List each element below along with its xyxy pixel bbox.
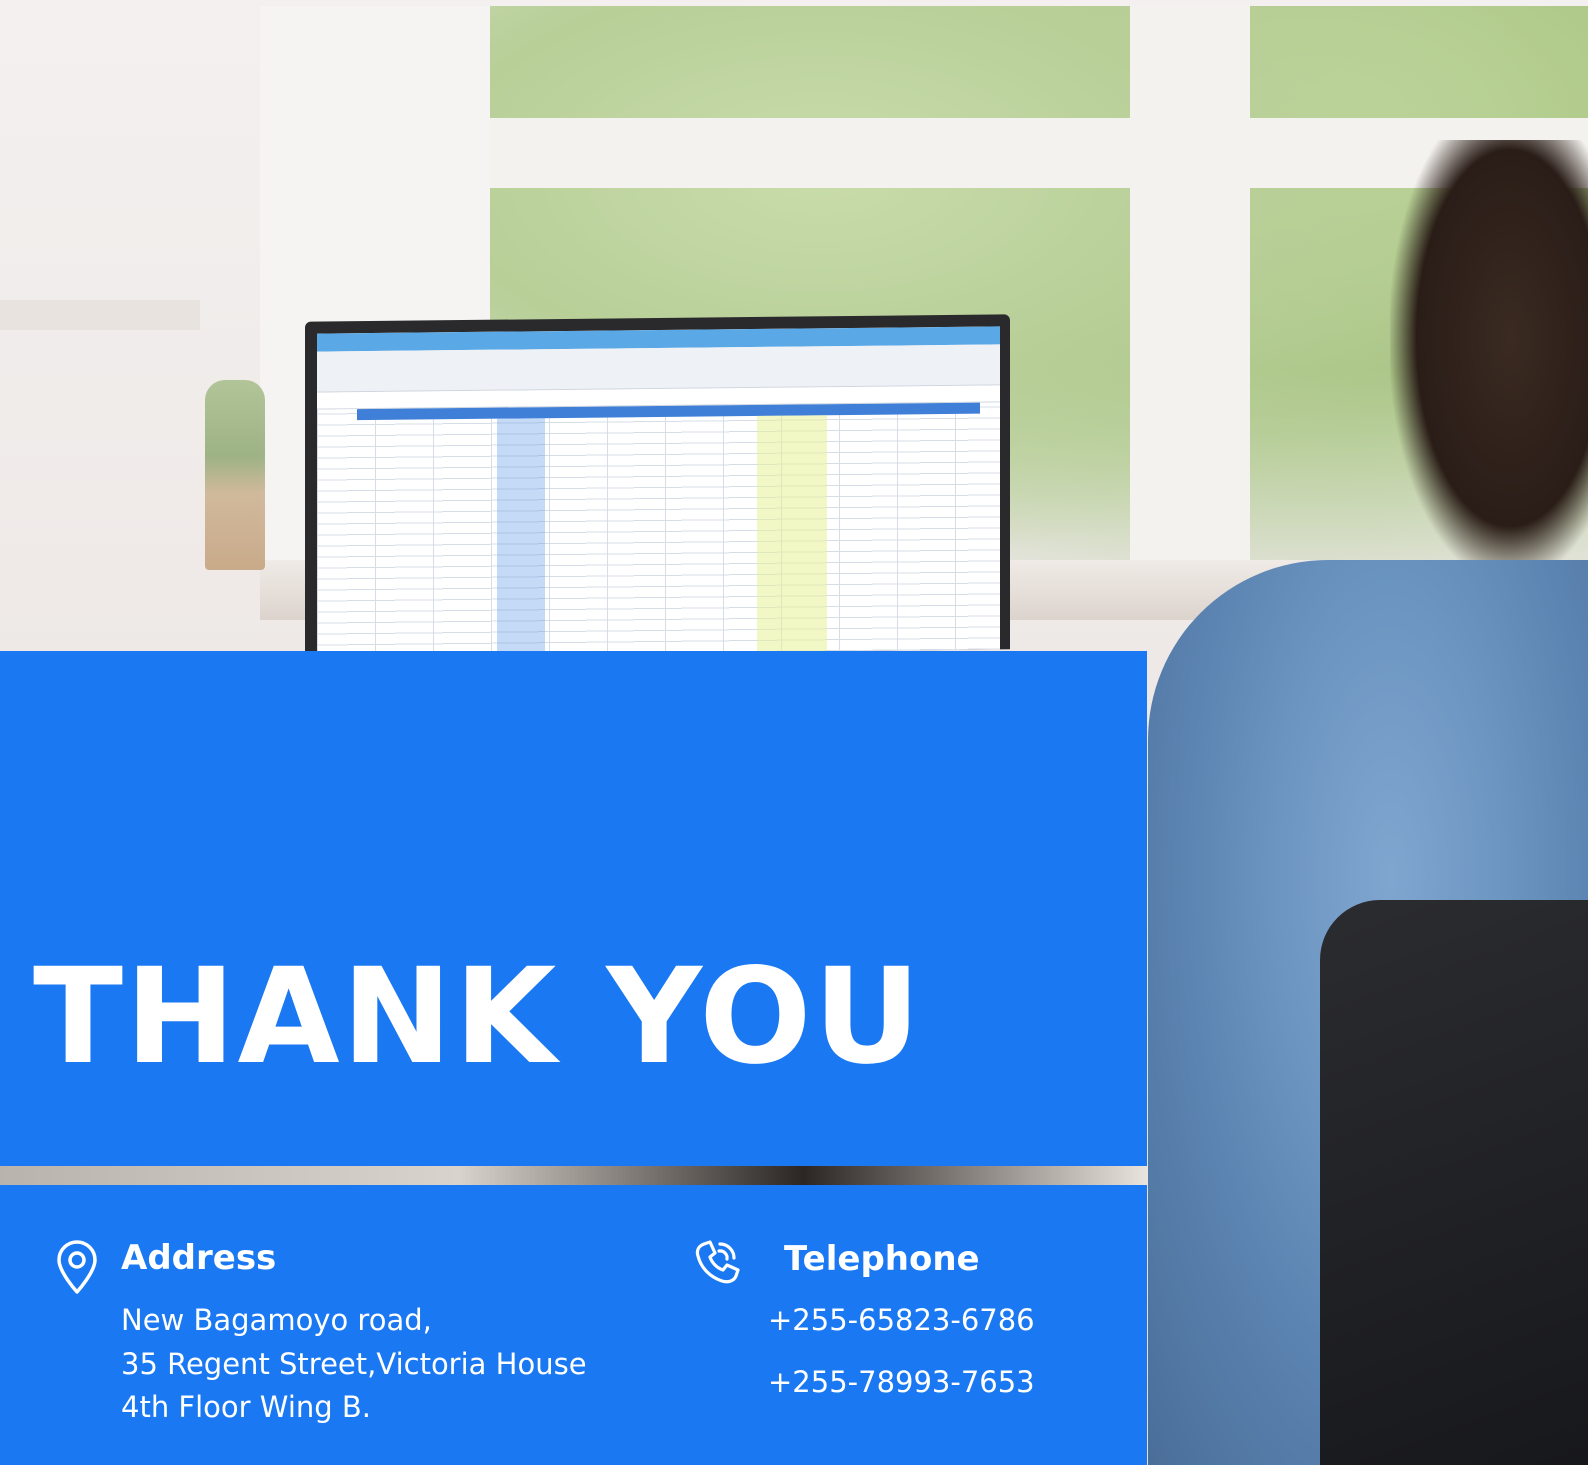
monitor — [305, 314, 1010, 657]
telephone-title: Telephone — [784, 1239, 980, 1279]
chair — [1320, 900, 1588, 1465]
address-line: 35 Regent Street,Victoria House — [121, 1347, 587, 1381]
person-head — [1390, 140, 1588, 580]
address-line: New Bagamoyo road, — [121, 1303, 432, 1337]
phone-icon — [695, 1240, 740, 1284]
address-line: 4th Floor Wing B. — [121, 1390, 371, 1424]
shelf — [0, 300, 200, 330]
spreadsheet-highlight-column — [497, 418, 545, 655]
spreadsheet-highlight-column — [757, 415, 827, 652]
address-title: Address — [121, 1238, 277, 1278]
location-pin-icon — [57, 1240, 97, 1294]
panel-gap — [0, 1166, 1147, 1185]
phone-number: +255-65823-6786 — [768, 1303, 1035, 1337]
screen-toolbar — [317, 344, 1000, 393]
phone-number: +255-78993-7653 — [768, 1365, 1035, 1399]
thank-you-heading: THANK YOU — [33, 940, 923, 1094]
spreadsheet-grid — [317, 402, 1000, 657]
window-frame — [1130, 6, 1250, 566]
spreadsheet-screen — [317, 326, 1000, 657]
plant — [205, 380, 265, 570]
